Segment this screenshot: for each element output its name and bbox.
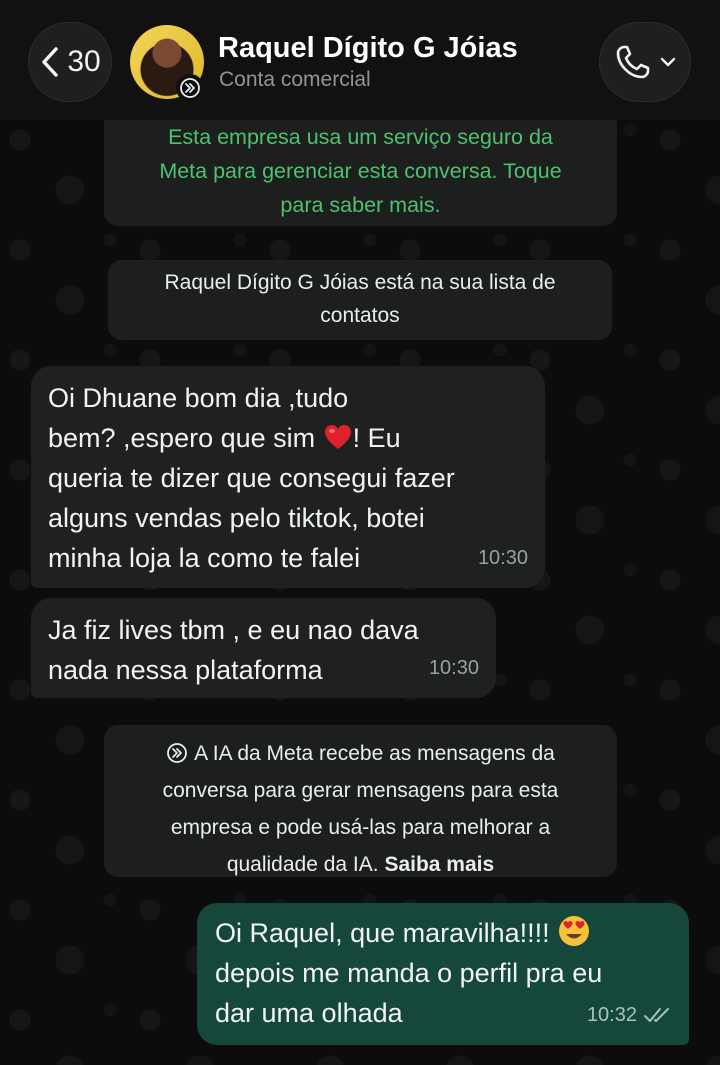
- unread-count: 30: [67, 45, 101, 78]
- message-text: Oi Dhuane bom dia ,tudo: [48, 383, 349, 413]
- back-button[interactable]: 30: [28, 22, 112, 102]
- chevron-left-icon: [42, 47, 59, 77]
- notice-line: contatos: [320, 304, 400, 327]
- message-text-line: Oi Raquel, que maravilha!!!!: [215, 913, 675, 953]
- incoming-message[interactable]: Oi Dhuane bom dia ,tudo bem? ,espero que…: [31, 366, 545, 588]
- notice-text: empresa e pode usá-las para melhorar a: [170, 816, 551, 839]
- chevron-down-icon: [660, 57, 676, 67]
- message-time: 10:30: [477, 547, 528, 569]
- message-text: Oi Raquel, que maravilha!!!!: [215, 918, 550, 948]
- message-text: alguns vendas pelo tiktok, botei: [48, 503, 425, 533]
- message-time: 10:32: [586, 1004, 637, 1026]
- meta-ai-notice: A IA da Meta recebe as mensagens da conv…: [104, 725, 617, 877]
- message-text: depois me manda o perfil pra eu: [215, 958, 603, 988]
- notice-line: Raquel Dígito G Jóias está na sua lista …: [164, 271, 556, 294]
- notice-line: Esta empresa usa um serviço seguro da: [168, 125, 553, 149]
- heart-eyes-emoji: [559, 916, 590, 946]
- phone-icon: [616, 45, 650, 79]
- message-time: 10:30: [428, 657, 479, 679]
- notice-text: conversa para gerar mensagens para esta: [162, 779, 559, 802]
- contact-subtitle: Conta comercial: [219, 68, 371, 91]
- meta-business-notice[interactable]: Esta empresa usa um serviço seguro da Me…: [104, 120, 617, 226]
- incoming-message[interactable]: Ja fiz lives tbm , e eu nao dava nada ne…: [31, 598, 496, 698]
- message-text: Ja fiz lives tbm , e eu nao dava: [48, 615, 419, 645]
- contact-list-notice: Raquel Dígito G Jóias está na sua lista …: [108, 260, 612, 340]
- learn-more-link[interactable]: Saiba mais: [384, 853, 494, 876]
- message-time-row: 10:32: [587, 995, 671, 1035]
- meta-ai-icon: [176, 74, 204, 102]
- contact-name[interactable]: Raquel Dígito G Jóias: [218, 32, 518, 65]
- heart-emoji: [324, 425, 351, 449]
- chat-header: 30 Raquel Dígito G Jóias Conta comercial: [0, 0, 720, 120]
- notice-text: qualidade da IA.: [226, 853, 385, 876]
- notice-line: qualidade da IA. Saiba mais: [104, 846, 617, 883]
- double-check-icon: [644, 1008, 669, 1022]
- notice-text: A IA da Meta recebe as mensagens da: [194, 742, 555, 765]
- message-text: queria te dizer que consegui fazer: [48, 463, 455, 493]
- notice-line: A IA da Meta recebe as mensagens da: [104, 735, 617, 772]
- message-text: ! Eu: [352, 423, 401, 453]
- message-text-line: bem? ,espero que sim ! Eu: [48, 418, 529, 458]
- outgoing-message[interactable]: Oi Raquel, que maravilha!!!! depois me m…: [197, 903, 689, 1045]
- meta-ai-icon: [167, 743, 188, 763]
- notice-line: Meta para gerenciar esta conversa. Toque: [159, 159, 562, 183]
- message-text: nada nessa plataforma: [48, 655, 323, 685]
- message-text: bem? ,espero que sim: [48, 423, 316, 453]
- notice-line: para saber mais.: [280, 193, 441, 217]
- call-button[interactable]: [599, 22, 691, 102]
- message-text: minha loja la como te falei: [48, 543, 361, 573]
